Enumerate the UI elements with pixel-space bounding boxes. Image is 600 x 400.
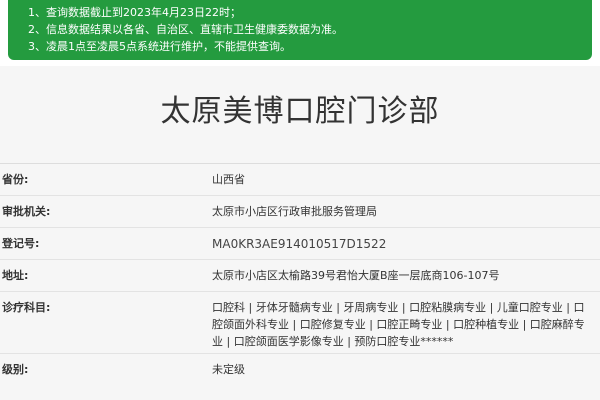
notice-line-3: 3、凌晨1点至凌晨5点系统进行维护，不能提供查询。 xyxy=(28,40,291,53)
address-value: 太原市小店区太榆路39号君怡大厦B座一层底商106-107号 xyxy=(212,269,500,282)
address-label: 地址: xyxy=(2,269,29,282)
registration-label: 登记号: xyxy=(2,237,40,250)
row-address: 地址: 太原市小店区太榆路39号君怡大厦B座一层底商106-107号 xyxy=(0,259,600,292)
authority-value: 太原市小店区行政审批服务管理局 xyxy=(212,205,377,218)
row-scope: 诊疗科目: 口腔科 | 牙体牙髓病专业 | 牙周病专业 | 口腔粘膜病专业 | … xyxy=(0,291,600,354)
province-label: 省份: xyxy=(2,173,29,186)
row-registration: 登记号: MA0KR3AE914010517D1522 xyxy=(0,227,600,260)
notice-line-1: 1、查询数据截止到2023年4月23日22时； xyxy=(28,6,241,19)
notice-line-2: 2、信息数据结果以各省、自治区、直辖市卫生健康委数据为准。 xyxy=(28,23,343,36)
row-province: 省份: 山西省 xyxy=(0,163,600,196)
authority-label: 审批机关: xyxy=(2,205,51,218)
row-authority: 审批机关: 太原市小店区行政审批服务管理局 xyxy=(0,195,600,228)
clinic-info-table: 省份: 山西省 审批机关: 太原市小店区行政审批服务管理局 登记号: MA0KR… xyxy=(0,163,600,386)
scope-value: 口腔科 | 牙体牙髓病专业 | 牙周病专业 | 口腔粘膜病专业 | 儿童口腔专业… xyxy=(212,301,585,348)
level-label: 级别: xyxy=(2,363,29,376)
row-level: 级别: 未定级 xyxy=(0,353,600,386)
scope-label: 诊疗科目: xyxy=(2,301,51,314)
province-value: 山西省 xyxy=(212,173,245,186)
notice-banner: 1、查询数据截止到2023年4月23日22时； 2、信息数据结果以各省、自治区、… xyxy=(8,0,592,60)
registration-value: MA0KR3AE914010517D1522 xyxy=(212,237,387,251)
level-value: 未定级 xyxy=(212,363,245,376)
clinic-name-heading: 太原美博口腔门诊部 xyxy=(160,94,440,129)
